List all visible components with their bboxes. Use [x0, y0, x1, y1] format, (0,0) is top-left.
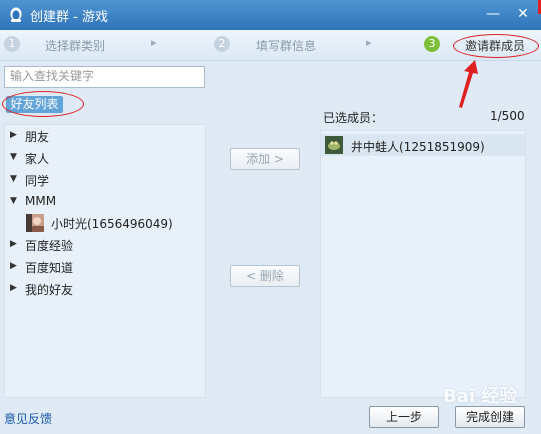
friend-label: 小时光(1656496049) — [51, 217, 173, 231]
feedback-link[interactable]: 意见反馈 — [4, 410, 52, 427]
finish-create-button[interactable]: 完成创建 — [455, 406, 525, 428]
selected-count: 1/500 — [490, 109, 525, 123]
annotation-arrow-icon — [459, 60, 478, 108]
selected-members-label: 已选成员： — [323, 111, 384, 125]
group-mmm[interactable]: ▼ MMM — [5, 192, 205, 212]
group-label: 百度知道 — [25, 261, 74, 275]
step-3-number: 3 — [424, 36, 440, 52]
member-avatar-icon — [325, 136, 343, 154]
window-title: 创建群 - 游戏 — [30, 10, 108, 25]
group-label: 朋友 — [25, 130, 50, 144]
close-button[interactable]: ✕ — [512, 3, 534, 25]
minimize-button[interactable]: — — [482, 3, 504, 25]
group-label: 家人 — [25, 152, 50, 166]
step-2-number: 2 — [214, 36, 230, 52]
group-friends[interactable]: ▶ 朋友 — [5, 126, 205, 146]
collapse-arrow-icon: ▼ — [10, 174, 17, 184]
group-my-friends[interactable]: ▶ 我的好友 — [5, 279, 205, 299]
member-item[interactable]: 井中蛙人(1251851909) — [321, 134, 525, 156]
annotation-ellipse-step — [453, 34, 539, 58]
group-label: 我的好友 — [25, 283, 74, 297]
group-baidu-zhidao[interactable]: ▶ 百度知道 — [5, 257, 205, 277]
prev-step-button[interactable]: 上一步 — [369, 406, 439, 428]
group-family[interactable]: ▼ 家人 — [5, 148, 205, 168]
expand-arrow-icon: ▶ — [10, 261, 17, 271]
group-baidu-jingyan[interactable]: ▶ 百度经验 — [5, 235, 205, 255]
group-label: MMM — [25, 194, 57, 208]
step-separator-icon: ▸ — [151, 36, 157, 49]
search-field[interactable] — [4, 66, 205, 88]
group-label: 同学 — [25, 174, 50, 188]
title-bar: 创建群 - 游戏 — ✕ — [0, 0, 541, 30]
qq-penguin-icon — [10, 7, 22, 22]
expand-arrow-icon: ▶ — [10, 239, 17, 249]
step-1-label: 选择群类别 — [45, 39, 106, 53]
friend-item[interactable]: 小时光(1656496049) — [5, 212, 205, 234]
step-separator-icon: ▸ — [366, 36, 372, 49]
step-2-label: 填写群信息 — [256, 39, 317, 53]
collapse-arrow-icon: ▼ — [10, 152, 17, 162]
remove-button[interactable]: < 删除 — [230, 265, 300, 287]
add-button[interactable]: 添加 > — [230, 148, 300, 170]
friend-avatar-icon — [26, 214, 44, 232]
group-label: 百度经验 — [25, 239, 74, 253]
step-1-number: 1 — [4, 36, 20, 52]
member-label: 井中蛙人(1251851909) — [351, 140, 485, 154]
watermark: Bai 经验 — [443, 386, 518, 407]
group-classmates[interactable]: ▼ 同学 — [5, 170, 205, 190]
annotation-ellipse-tab — [2, 91, 84, 117]
expand-arrow-icon: ▶ — [10, 283, 17, 293]
collapse-arrow-icon: ▼ — [10, 196, 17, 206]
expand-arrow-icon: ▶ — [10, 130, 17, 140]
selected-members-panel: 井中蛙人(1251851909) — [320, 130, 526, 398]
friend-list-panel: ▶ 朋友 ▼ 家人 ▼ 同学 ▼ MMM 小时光(1656496049) ▶ 百… — [4, 124, 206, 398]
search-input[interactable] — [5, 67, 205, 85]
